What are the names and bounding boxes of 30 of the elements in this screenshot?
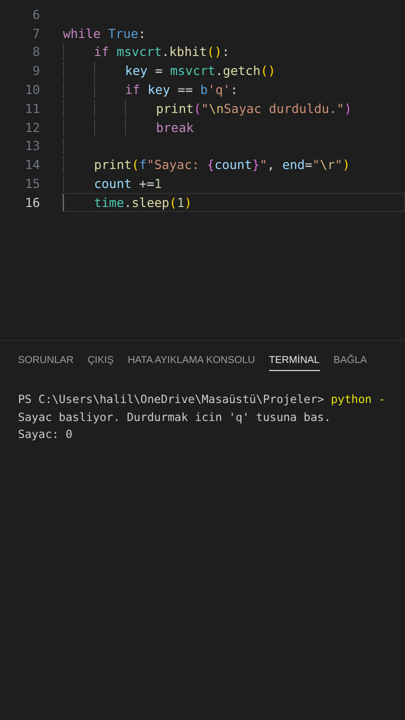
code-line: count +=1 xyxy=(94,176,162,192)
line-number: 11 xyxy=(24,100,40,116)
panel-tab[interactable]: ÇIKIŞ xyxy=(88,349,114,371)
line-number: 10 xyxy=(24,82,40,98)
code-line: print(f"Sayac: {count}", end="\r") xyxy=(94,157,350,172)
panel-tab[interactable]: TERMİNAL xyxy=(268,349,320,371)
line-number: 8 xyxy=(31,44,40,60)
code-editor[interactable]: 6 7 while True: 8 if msvcrt.kbhit(): 9 key = msvcrt.getch() 10 if key == b'q': 11 print("\nSayac durduldu.") 12 break 13 14 print(f"Sayac: {count}", end="\r") 15 count +=1 16 time.sleep(1) xyxy=(0,0,405,340)
line-number: 6 xyxy=(31,6,40,22)
line-number: 12 xyxy=(24,120,40,135)
line-number: 14 xyxy=(24,157,40,172)
code-line: if msvcrt.kbhit(): xyxy=(94,44,230,60)
panel-tab[interactable]: BAĞLA xyxy=(334,349,367,371)
code-line: time.sleep(1) xyxy=(94,194,192,210)
line-number: 13 xyxy=(24,138,40,154)
terminal-line: PS C:\Users\halil\OneDrive\Masaüstü\Projeler> python - xyxy=(18,392,386,408)
code-line: if key == b'q': xyxy=(125,82,238,98)
code-line: while True: xyxy=(63,26,146,41)
line-number: 16 xyxy=(24,194,40,210)
terminal-line: Sayac basliyor. Durdurmak icin 'q' tusuna bas. xyxy=(18,410,332,426)
line-number: 15 xyxy=(24,176,40,192)
code-line: key = msvcrt.getch() xyxy=(125,63,276,78)
panel-tab[interactable]: SORUNLAR xyxy=(18,349,74,371)
terminal-output[interactable]: PS C:\Users\halil\OneDrive\Masaüstü\Projeler> python - Sayac basliyor. Durdurmak icin 'q' tusuna bas. Sayac: 0 xyxy=(0,391,405,444)
line-number: 9 xyxy=(31,63,40,78)
line-number: 7 xyxy=(31,26,40,41)
code-line: print("\nSayac durduldu.") xyxy=(156,100,352,116)
code-line: break xyxy=(156,120,194,135)
panel-tab[interactable]: HATA AYIKLAMA KONSOLU xyxy=(128,349,255,371)
terminal-line: Sayac: 0 xyxy=(18,427,74,443)
